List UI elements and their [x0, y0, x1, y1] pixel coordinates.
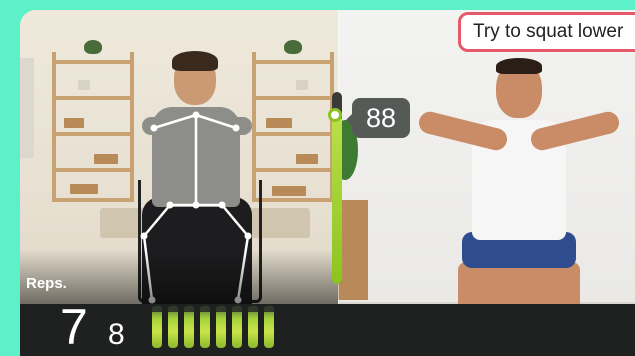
rep-meter-bar [200, 306, 210, 348]
next-rep-number: 8 [108, 318, 125, 351]
rep-meter-bar [264, 306, 274, 348]
reps-label: Reps. [26, 275, 67, 292]
coaching-hint-banner: Try to squat lower [458, 12, 635, 52]
rep-meter-bar [184, 306, 194, 348]
app-frame: 88 Try to squat lower Reps. 7 8 [20, 10, 635, 356]
depth-score-fill [332, 115, 342, 284]
cabinet [338, 200, 368, 300]
rep-meter-bar [168, 306, 178, 348]
score-bubble: 88 [352, 98, 410, 138]
rep-meter-bar [248, 306, 258, 348]
rep-meter-group [152, 306, 274, 348]
trainer-person [416, 58, 622, 312]
rep-meter-bar [232, 306, 242, 348]
rep-meter-bar [152, 306, 162, 348]
rep-meter-bar [216, 306, 226, 348]
rep-count: 7 [60, 299, 88, 355]
depth-score-knob[interactable] [328, 108, 342, 122]
